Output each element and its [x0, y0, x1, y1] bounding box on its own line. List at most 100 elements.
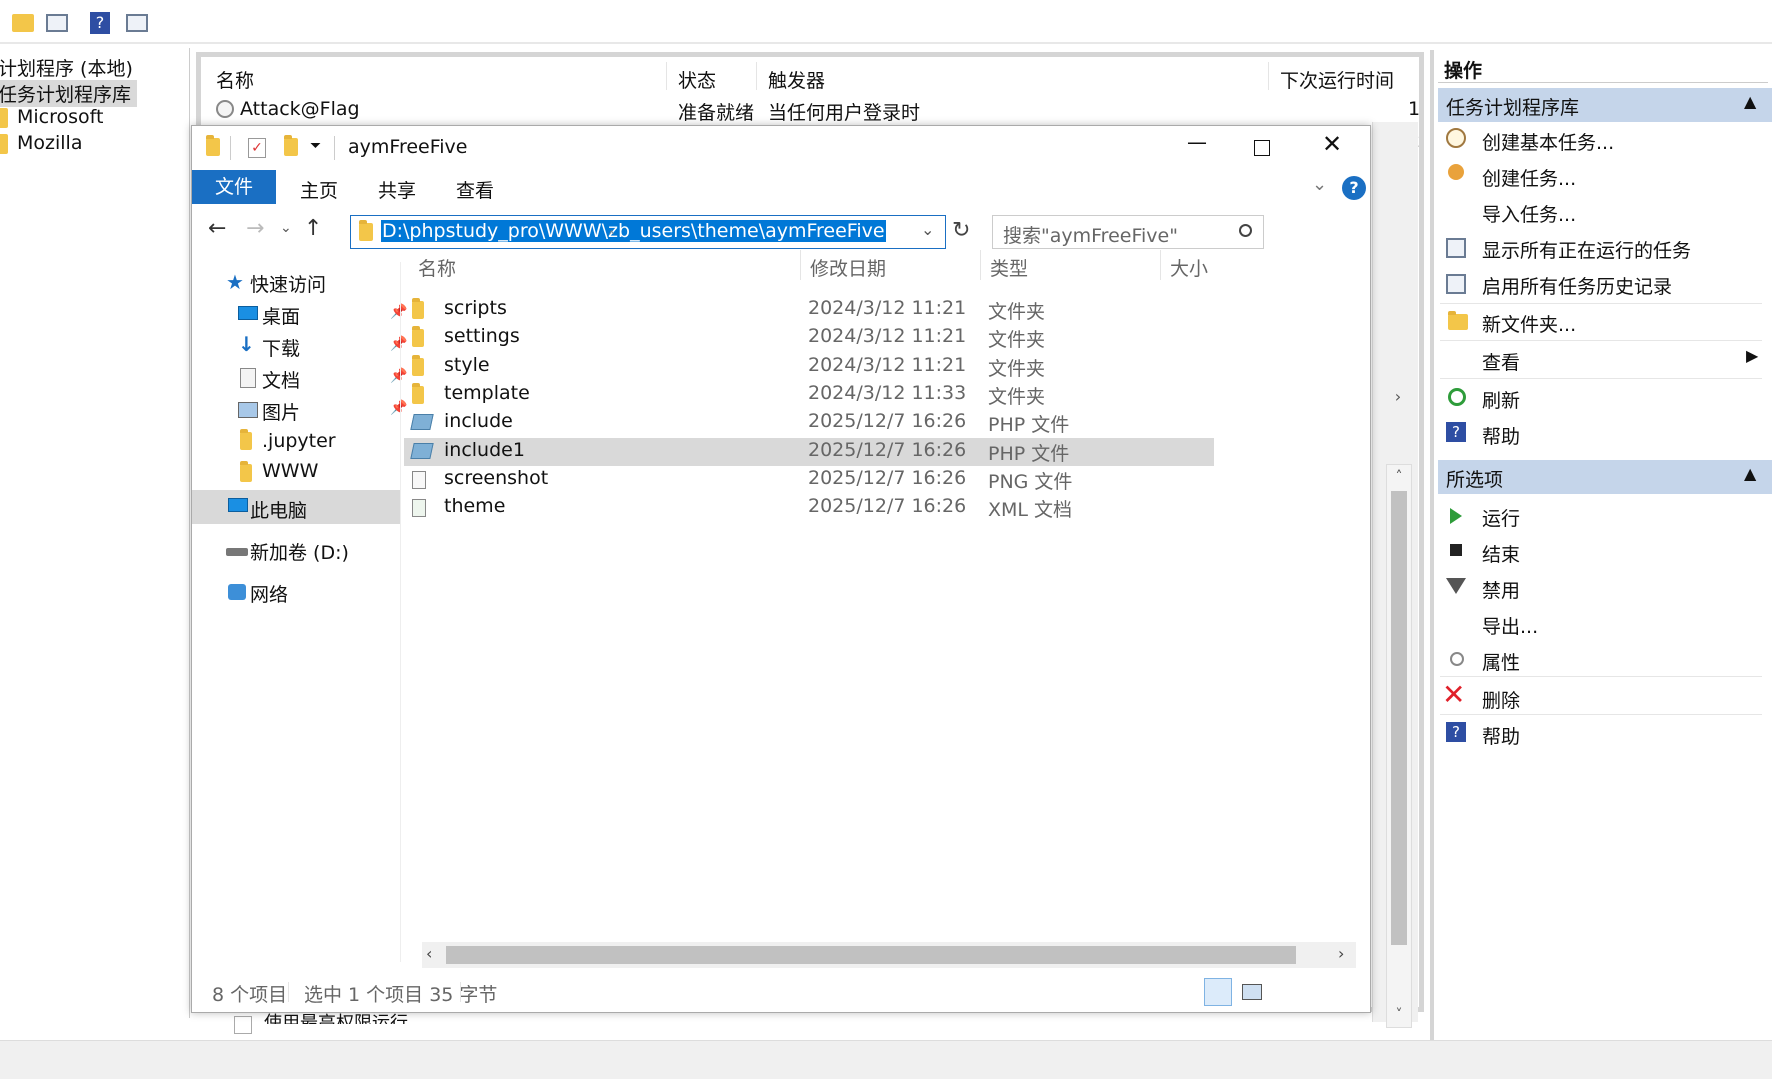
help-icon[interactable]: ?: [1342, 176, 1366, 200]
action-new-folder[interactable]: 新文件夹...: [1482, 310, 1576, 337]
file-row[interactable]: template 2024/3/12 11:33 文件夹: [404, 381, 1214, 409]
nav-item-pictures[interactable]: 图片: [262, 398, 300, 425]
nav-item-downloads[interactable]: 下载: [262, 334, 300, 361]
details-view-icon[interactable]: [1204, 978, 1232, 1006]
folder-up-icon[interactable]: [12, 14, 34, 32]
file-row[interactable]: theme 2025/12/7 16:26 XML 文档: [404, 494, 1214, 522]
help-icon[interactable]: ?: [90, 12, 110, 34]
action-help-2[interactable]: 帮助: [1482, 722, 1520, 749]
scheduler-vscroll[interactable]: ˄ ˅: [1386, 464, 1412, 1028]
tab-share[interactable]: 共享: [378, 176, 416, 203]
column-next-run[interactable]: 下次运行时间: [1280, 66, 1394, 93]
customize-arrow-icon[interactable]: ⏷: [310, 138, 321, 154]
file-type: PHP 文件: [988, 442, 1070, 465]
scroll-thumb[interactable]: [1391, 491, 1407, 945]
file-row[interactable]: style 2024/3/12 11:21 文件夹: [404, 353, 1214, 381]
nav-network[interactable]: 网络: [250, 580, 288, 607]
title-bar: ✓ ⏷ aymFreeFive — ✕: [192, 126, 1370, 170]
action-export[interactable]: 导出...: [1482, 612, 1538, 639]
tree-item-mozilla[interactable]: Mozilla: [17, 132, 82, 154]
new-folder-icon[interactable]: [284, 135, 298, 156]
action-end[interactable]: 结束: [1482, 540, 1520, 567]
close-button[interactable]: ✕: [1322, 130, 1342, 158]
tree-item-microsoft[interactable]: Microsoft: [17, 106, 103, 128]
header-date[interactable]: 修改日期: [810, 254, 886, 281]
nav-item-www[interactable]: WWW: [262, 460, 318, 482]
recent-dropdown-icon[interactable]: ⌄: [280, 220, 292, 236]
file-type: 文件夹: [988, 357, 1046, 380]
checkbox[interactable]: [234, 1016, 252, 1034]
tab-home[interactable]: 主页: [300, 176, 338, 203]
nav-drive-d[interactable]: 新加卷 (D:): [250, 538, 349, 565]
tab-file[interactable]: 文件: [192, 170, 276, 204]
action-create-task[interactable]: 创建任务...: [1482, 164, 1576, 191]
nav-this-pc[interactable]: 此电脑: [250, 496, 307, 523]
up-arrow-icon[interactable]: ↑: [304, 216, 322, 241]
scroll-right-arrow[interactable]: ›: [1338, 944, 1344, 963]
section-header-selected[interactable]: 所选项 ▲: [1438, 460, 1772, 494]
actions-title: 操作: [1444, 60, 1483, 82]
action-view[interactable]: 查看: [1482, 348, 1520, 375]
expand-ribbon-icon[interactable]: ⌄: [1312, 174, 1327, 195]
action-show-running[interactable]: 显示所有正在运行的任务: [1482, 236, 1691, 263]
scroll-right-arrow[interactable]: ›: [1378, 386, 1418, 408]
action-refresh[interactable]: 刷新: [1482, 386, 1520, 413]
maximize-button[interactable]: [1254, 140, 1270, 156]
hscroll-thumb[interactable]: [446, 946, 1296, 964]
header-type[interactable]: 类型: [990, 254, 1028, 281]
header-size[interactable]: 大小: [1170, 254, 1208, 281]
tab-view[interactable]: 查看: [456, 176, 494, 203]
action-disable[interactable]: 禁用: [1482, 576, 1520, 603]
file-row[interactable]: include 2025/12/7 16:26 PHP 文件: [404, 409, 1214, 437]
scheduler-toolbar: ?: [0, 0, 1772, 44]
tree-item-local[interactable]: 计划程序 (本地): [0, 54, 133, 81]
minimize-button[interactable]: —: [1182, 130, 1212, 154]
collapse-icon[interactable]: ▲: [1744, 92, 1756, 111]
nav-item-desktop[interactable]: 桌面: [262, 302, 300, 329]
file-type: PNG 文件: [988, 470, 1073, 493]
action-properties[interactable]: 属性: [1482, 648, 1520, 675]
action-run[interactable]: 运行: [1482, 504, 1520, 531]
column-status[interactable]: 状态: [678, 66, 716, 93]
file-date: 2025/12/7 16:26: [808, 495, 967, 518]
history-icon: [1446, 274, 1466, 294]
horizontal-scrollbar[interactable]: ‹ ›: [422, 942, 1356, 968]
column-trigger[interactable]: 触发器: [768, 66, 825, 93]
file-date: 2025/12/7 16:26: [808, 466, 967, 489]
forward-arrow-icon[interactable]: →: [246, 216, 264, 241]
back-arrow-icon[interactable]: ←: [208, 216, 226, 241]
properties-check-icon[interactable]: ✓: [248, 138, 266, 158]
action-enable-history[interactable]: 启用所有任务历史记录: [1482, 272, 1672, 299]
task-row[interactable]: Attack@Flag 准备就绪 当任何用户登录时 1: [206, 96, 1420, 124]
nav-item-documents[interactable]: 文档: [262, 366, 300, 393]
refresh-icon: [1448, 388, 1466, 406]
action-import-task[interactable]: 导入任务...: [1482, 200, 1576, 227]
network-icon: [228, 584, 246, 600]
action-pane-icon[interactable]: [126, 14, 148, 32]
stop-icon: [1450, 544, 1462, 556]
file-list-header: ˄ 名称 修改日期 类型 大小: [404, 230, 1368, 280]
nav-quick-access[interactable]: 快速访问: [250, 270, 326, 297]
file-row[interactable]: include1 2025/12/7 16:26 PHP 文件: [404, 437, 1214, 466]
file-row[interactable]: scripts 2024/3/12 11:21 文件夹: [404, 296, 1214, 324]
show-pane-icon[interactable]: [46, 14, 68, 32]
collapse-icon[interactable]: ▲: [1744, 464, 1756, 483]
action-delete[interactable]: 删除: [1482, 686, 1520, 713]
file-row[interactable]: settings 2024/3/12 11:21 文件夹: [404, 324, 1214, 352]
file-list: scripts 2024/3/12 11:21 文件夹 settings 2024/3/…: [404, 296, 1368, 556]
section-header-library[interactable]: 任务计划程序库 ▲: [1438, 88, 1772, 122]
explorer-window: ✓ ⏷ aymFreeFive — ✕ 文件 主页 共享 查看 ⌄ ? ← → …: [191, 125, 1371, 1013]
submenu-arrow-icon: ▶: [1746, 346, 1759, 365]
action-create-basic-task[interactable]: 创建基本任务...: [1482, 128, 1614, 155]
properties-icon: [1450, 652, 1464, 666]
scroll-left-arrow[interactable]: ‹: [426, 944, 432, 963]
scroll-down-arrow[interactable]: ˅: [1387, 1003, 1411, 1027]
tree-item-library[interactable]: 任务计划程序库: [0, 80, 138, 107]
large-icons-view-icon[interactable]: [1242, 984, 1262, 1000]
action-help-1[interactable]: 帮助: [1482, 422, 1520, 449]
scroll-up-arrow[interactable]: ˄: [1387, 465, 1411, 489]
file-row[interactable]: screenshot 2025/12/7 16:26 PNG 文件: [404, 466, 1214, 494]
header-name[interactable]: 名称: [418, 254, 456, 281]
nav-item-jupyter[interactable]: .jupyter: [262, 430, 336, 452]
column-name[interactable]: 名称: [216, 66, 254, 93]
